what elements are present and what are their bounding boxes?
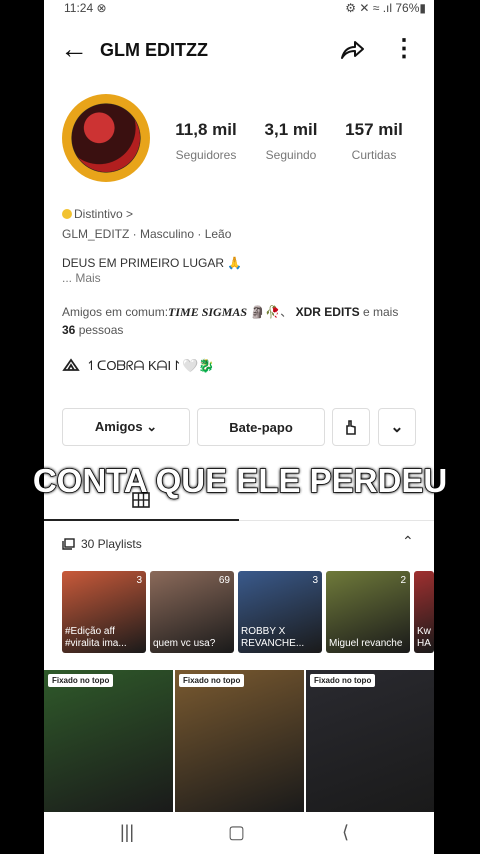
- hand-icon: [346, 420, 356, 435]
- app-screen: 11:24 ⊗ ⚙ ✕ ≈ .ıl 76%▮ ← GLM EDITZZ ⋮ 11…: [44, 0, 434, 854]
- mutual-prefix: Amigos em comum:: [62, 305, 169, 319]
- playlist-card[interactable]: 2 Miguel revanche: [326, 571, 410, 653]
- badge-link[interactable]: Distintivo >: [62, 207, 133, 221]
- link-icon: [62, 358, 80, 371]
- playlist-card[interactable]: 3 #Edição aff #viralita ima...: [62, 571, 146, 653]
- video-thumbnail[interactable]: Fixado no topo: [44, 670, 173, 812]
- status-time: 11:24 ⊗: [64, 1, 107, 15]
- share-icon[interactable]: [338, 36, 366, 64]
- back-arrow-icon[interactable]: ←: [60, 35, 88, 63]
- pinned-badge: Fixado no topo: [48, 674, 114, 687]
- mutual-sep: 🗿🥀、: [247, 305, 293, 319]
- mutual-name-2: XDR EDITS: [295, 305, 360, 319]
- playlist-count: 2: [400, 575, 406, 586]
- active-tab-indicator: [44, 519, 239, 521]
- chevron-down-icon: ⌄: [390, 419, 404, 436]
- playlists-count-label: 30 Playlists: [81, 537, 142, 551]
- pinned-badge: Fixado no topo: [179, 674, 245, 687]
- playlist-title: quem vc usa?: [153, 638, 216, 649]
- repost-button[interactable]: [332, 408, 370, 446]
- tab-divider: [239, 520, 434, 521]
- stat-followers[interactable]: 11,8 mil Seguidores: [164, 120, 248, 162]
- bio-more-link[interactable]: ... Mais: [62, 271, 101, 285]
- stat-likes: 157 mil Curtidas: [332, 120, 416, 162]
- expand-button[interactable]: ⌄: [378, 408, 416, 446]
- recent-apps-icon[interactable]: |||: [120, 822, 134, 843]
- bio-text: DEUS EM PRIMEIRO LUGAR 🙏: [62, 256, 243, 270]
- playlist-card[interactable]: 3 ROBBY X REVANCHE...: [238, 571, 322, 653]
- followers-label: Seguidores: [175, 148, 237, 162]
- profile-link[interactable]: ↿ᑕOᗷᖇᗩ KᗩI↾🤍🐉: [62, 358, 214, 374]
- chevron-up-icon[interactable]: ⌃: [402, 533, 414, 550]
- video-caption-overlay: CONTA QUE ELE PERDEU: [32, 461, 448, 500]
- playlist-icon: [62, 538, 75, 550]
- following-label: Seguindo: [265, 148, 317, 162]
- followers-count: 11,8 mil: [175, 120, 237, 139]
- profile-link-text: ↿ᑕOᗷᖇᗩ KᗩI↾🤍🐉: [86, 358, 215, 373]
- mutual-suffix: e mais: [359, 305, 399, 319]
- playlist-title: Miguel revanche: [329, 638, 403, 649]
- status-bar: 11:24 ⊗ ⚙ ✕ ≈ .ıl 76%▮: [44, 0, 434, 18]
- playlist-card[interactable]: 69 quem vc usa?: [150, 571, 234, 653]
- likes-label: Curtidas: [351, 148, 397, 162]
- profile-meta: GLM_EDITZ · Masculino · Leão: [62, 227, 232, 241]
- mutual-name-1: TIME SIGMAS: [168, 305, 248, 319]
- profile-header: ← GLM EDITZZ ⋮: [44, 26, 434, 74]
- following-count: 3,1 mil: [264, 120, 318, 139]
- playlist-title: Kw HA: [417, 626, 431, 649]
- profile-avatar[interactable]: [62, 94, 150, 182]
- status-icons: ⚙ ✕ ≈ .ıl 76%▮: [345, 1, 426, 15]
- mutual-count: 36: [62, 323, 76, 337]
- playlist-count: 3: [312, 575, 318, 586]
- chat-button[interactable]: Bate-papo: [197, 408, 325, 446]
- playlist-card[interactable]: Kw HA: [414, 571, 434, 653]
- mutual-count-suffix: pessoas: [75, 323, 124, 337]
- more-options-icon[interactable]: ⋮: [392, 36, 416, 62]
- stat-following[interactable]: 3,1 mil Seguindo: [249, 120, 333, 162]
- playlist-count: 3: [136, 575, 142, 586]
- back-nav-icon[interactable]: ⟨: [342, 822, 349, 843]
- pinned-badge: Fixado no topo: [310, 674, 376, 687]
- likes-count: 157 mil: [345, 120, 403, 139]
- badge-label: Distintivo >: [74, 207, 134, 221]
- friends-button[interactable]: Amigos ⌄: [62, 408, 190, 446]
- profile-username: GLM EDITZZ: [100, 40, 208, 60]
- mutual-friends[interactable]: Amigos em comum:TIME SIGMAS 🗿🥀、 XDR EDIT…: [62, 303, 422, 339]
- system-nav-bar: ||| ▢ ⟨: [44, 812, 434, 854]
- badge-icon: [62, 209, 72, 219]
- playlists-header[interactable]: 30 Playlists: [62, 537, 142, 551]
- video-thumbnail[interactable]: Fixado no topo: [306, 670, 434, 812]
- playlist-title: #Edição aff #viralita ima...: [65, 626, 127, 649]
- video-thumbnail[interactable]: Fixado no topo: [175, 670, 304, 812]
- home-icon[interactable]: ▢: [228, 822, 245, 843]
- playlist-count: 69: [218, 575, 230, 586]
- playlist-title: ROBBY X REVANCHE...: [241, 626, 305, 649]
